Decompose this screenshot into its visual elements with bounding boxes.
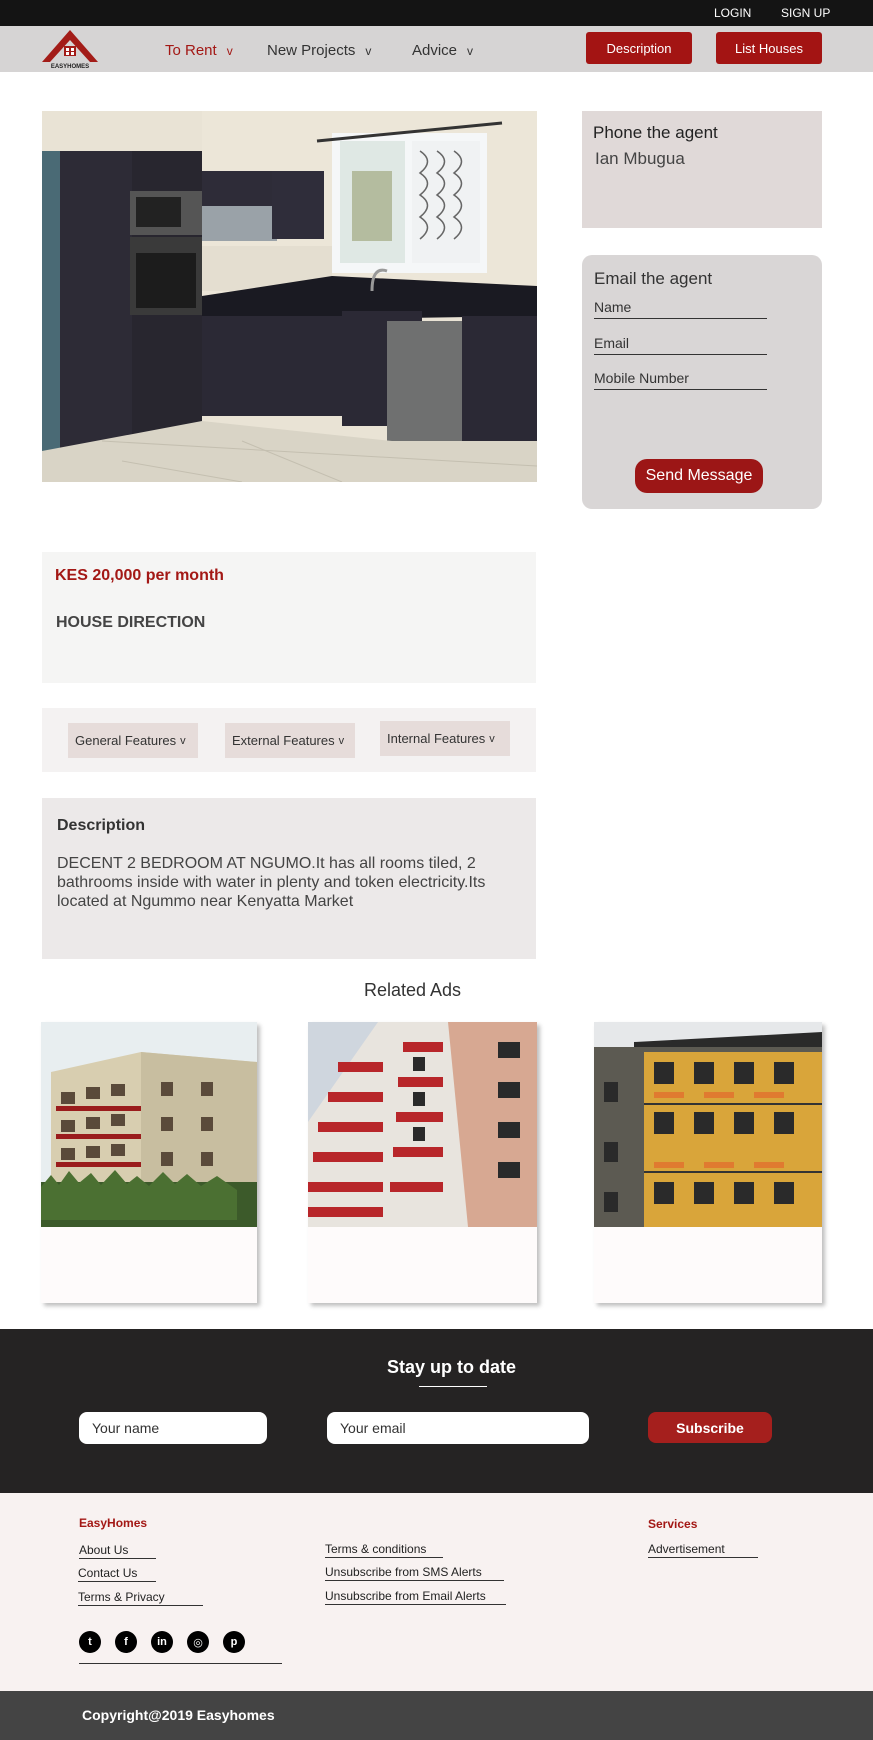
footer-link-advertisement[interactable]: Advertisement [648, 1542, 758, 1558]
chevron-down-icon: v [467, 44, 474, 58]
general-features-dropdown[interactable]: General Features v [68, 723, 198, 758]
related-ad-photo[interactable] [594, 1022, 822, 1227]
chevron-down-icon: v [180, 734, 186, 747]
email-field[interactable]: Email [594, 333, 767, 355]
email-agent-form: Email the agent Name Email Mobile Number… [582, 255, 822, 509]
related-ad-photo[interactable] [41, 1022, 257, 1227]
nav-advice-label: Advice [412, 42, 458, 59]
nav-to-rent[interactable]: To Rent v [165, 42, 233, 59]
phone-agent-box: Phone the agent Ian Mbugua [582, 111, 822, 228]
divider [419, 1386, 487, 1387]
listing-price: KES 20,000 per month [55, 567, 224, 584]
nav-to-rent-label: To Rent [165, 42, 217, 59]
external-features-label: External Features [232, 733, 335, 748]
newsletter-section: Stay up to date Your name Your email Sub… [0, 1329, 873, 1493]
newsletter-heading: Stay up to date [386, 1357, 516, 1377]
related-ad-card[interactable] [594, 1022, 822, 1303]
linkedin-icon[interactable]: in [151, 1631, 173, 1653]
main-nav: EASYHOMES To Rent v New Projects v Advice v… [0, 26, 873, 72]
features-bar: General Features v External Features v Int… [42, 708, 536, 772]
top-bar: LOGIN SIGN UP [0, 0, 873, 26]
email-agent-heading: Email the agent [594, 269, 713, 288]
signup-link[interactable]: SIGN UP [781, 6, 830, 20]
external-features-dropdown[interactable]: External Features v [225, 723, 355, 758]
related-ad-card[interactable] [41, 1022, 257, 1303]
description-heading: Description [57, 817, 146, 834]
social-links: t f in ◎ p [79, 1631, 245, 1653]
footer-services-heading: Services [648, 1517, 698, 1531]
copyright-text: Copyright@2019 Easyhomes [82, 1707, 275, 1723]
footer-link-terms-conditions[interactable]: Terms & conditions [325, 1542, 443, 1558]
description-button[interactable]: Description [586, 32, 692, 64]
name-field[interactable]: Name [594, 297, 767, 319]
chevron-down-icon: v [226, 44, 233, 58]
copyright-bar: Copyright@2019 Easyhomes [0, 1691, 873, 1740]
footer-link-about-us[interactable]: About Us [79, 1543, 156, 1559]
agent-name[interactable]: Ian Mbugua [593, 149, 811, 169]
listing-photo[interactable] [42, 111, 537, 482]
related-ad-card[interactable] [308, 1022, 537, 1303]
description-section: Description DECENT 2 BEDROOM AT NGUMO.It… [42, 798, 536, 959]
footer-link-unsubscribe-sms[interactable]: Unsubscribe from SMS Alerts [325, 1565, 504, 1581]
internal-features-label: Internal Features [387, 731, 486, 746]
general-features-label: General Features [75, 733, 177, 748]
instagram-icon[interactable]: ◎ [187, 1631, 209, 1653]
twitter-icon[interactable]: t [79, 1631, 101, 1653]
footer-link-contact-us[interactable]: Contact Us [78, 1566, 156, 1582]
mobile-number-field[interactable]: Mobile Number [594, 368, 767, 390]
facebook-icon[interactable]: f [115, 1631, 137, 1653]
chevron-down-icon: v [489, 732, 495, 745]
phone-agent-heading: Phone the agent [593, 123, 718, 142]
send-message-button[interactable]: Send Message [635, 459, 763, 493]
chevron-down-icon: v [365, 44, 372, 58]
internal-features-dropdown[interactable]: Internal Features v [380, 721, 510, 756]
chevron-down-icon: v [338, 734, 345, 747]
footer: EasyHomes About Us Contact Us Terms & Pr… [0, 1493, 873, 1691]
related-ad-photo[interactable] [308, 1022, 537, 1227]
price-box: KES 20,000 per month HOUSE DIRECTION [42, 552, 536, 683]
footer-link-terms-privacy[interactable]: Terms & Privacy [78, 1590, 203, 1606]
newsletter-email-input[interactable]: Your email [327, 1412, 589, 1444]
nav-new-projects[interactable]: New Projects v [267, 42, 371, 59]
footer-brand-heading: EasyHomes [79, 1516, 148, 1530]
newsletter-name-input[interactable]: Your name [79, 1412, 267, 1444]
nav-new-projects-label: New Projects [267, 42, 356, 59]
house-direction-heading: HOUSE DIRECTION [56, 614, 206, 631]
related-ads-heading: Related Ads [363, 980, 462, 1000]
pinterest-icon[interactable]: p [223, 1631, 245, 1653]
description-text: DECENT 2 BEDROOM AT NGUMO.It has all roo… [57, 855, 486, 910]
divider [79, 1663, 282, 1664]
footer-link-unsubscribe-email[interactable]: Unsubscribe from Email Alerts [325, 1589, 506, 1605]
nav-advice[interactable]: Advice v [412, 42, 473, 59]
easyhomes-logo[interactable]: EASYHOMES [40, 28, 100, 70]
subscribe-button[interactable]: Subscribe [648, 1412, 772, 1443]
login-link[interactable]: LOGIN [714, 6, 751, 20]
list-houses-button[interactable]: List Houses [716, 32, 822, 64]
logo-text: EASYHOMES [51, 64, 89, 70]
